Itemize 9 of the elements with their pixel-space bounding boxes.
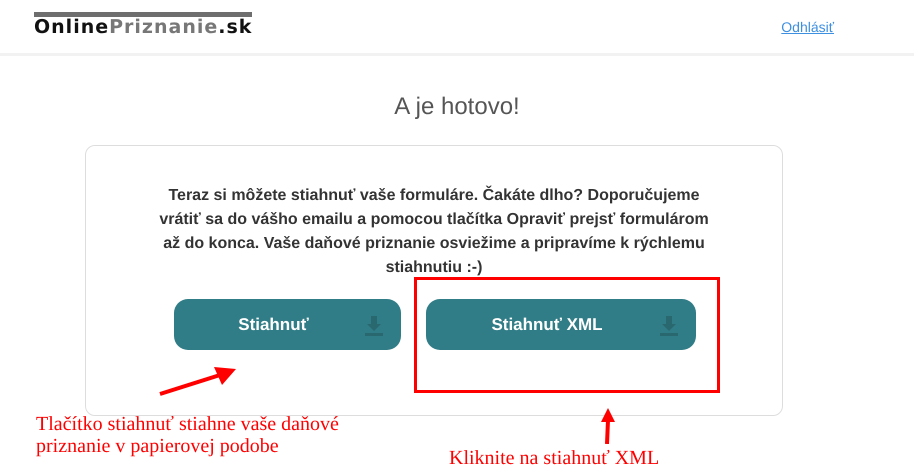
download-button[interactable]: Stiahnuť XML <box>426 299 696 350</box>
annotation-text: Kliknite na stiahnuť XML <box>449 447 660 468</box>
logo: OnlinePriznanie.sk <box>34 12 252 37</box>
download-button[interactable]: Stiahnuť <box>174 299 401 350</box>
logout-link[interactable]: Odhlásiť <box>781 18 834 34</box>
annotation-arrow <box>600 408 616 444</box>
annotation-text: Tlačítko stiahnuť stiahne vaše daňové priznanie v papierovej podobe <box>36 413 340 457</box>
page-title: A je hotovo! <box>393 93 521 121</box>
message-text: Teraz si môžete stiahnuť vaše formuláre. Čakáte dlho? Doporučujeme vrátiť sa do vášho emailu a pomocou tlačítka Opraviť prejsť formulárom až do konca. Vaše daňové priznanie osviežime a pripravíme k rýchlemu stiahnutiu :-) <box>158 184 710 278</box>
